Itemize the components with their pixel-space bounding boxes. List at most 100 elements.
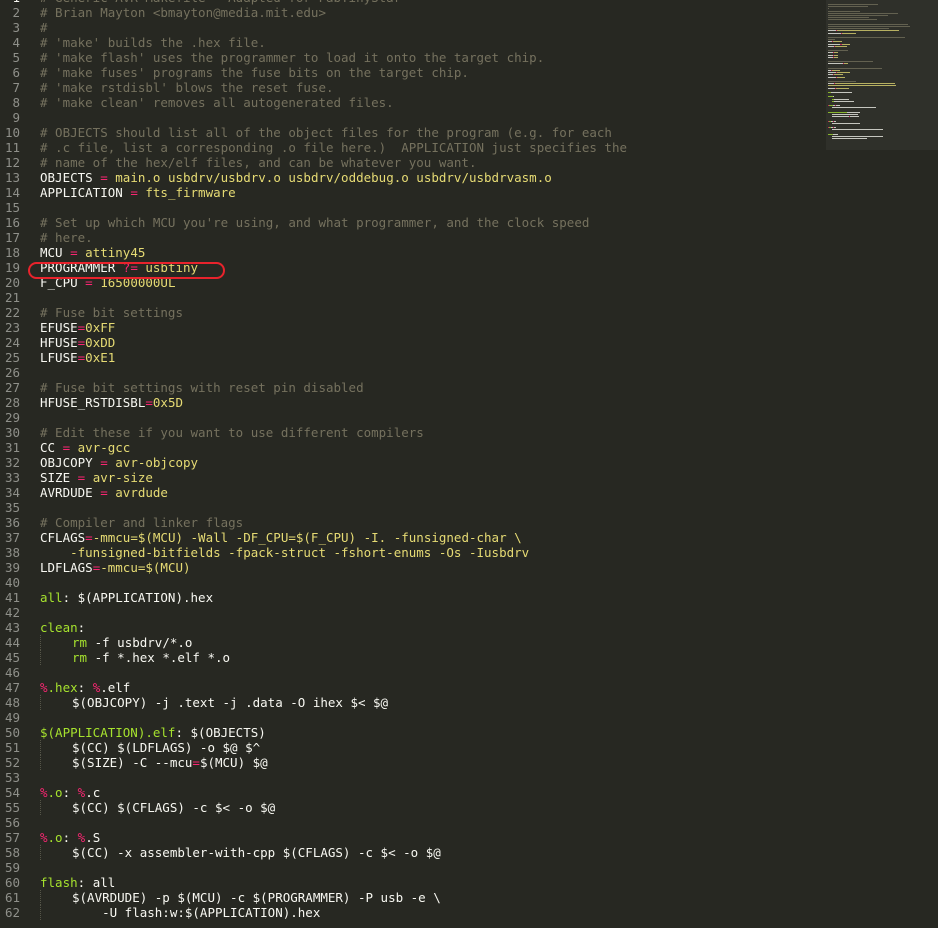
code-line[interactable]: 2 # Brian Mayton <bmayton@media.mit.edu> xyxy=(0,5,938,20)
minimap-line xyxy=(828,43,840,45)
minimap-line xyxy=(828,28,889,30)
code-token: : xyxy=(77,680,93,695)
code-line[interactable]: 51 $(CC) $(LDFLAGS) -o $@ $^ xyxy=(0,740,938,755)
code-line[interactable]: 6 # 'make fuses' programs the fuse bits o… xyxy=(0,65,938,80)
code-line[interactable]: 45 rm -f *.hex *.elf *.o xyxy=(0,650,938,665)
code-line[interactable]: 41 all: $(APPLICATION).hex xyxy=(0,590,938,605)
minimap-line xyxy=(834,98,849,100)
code-line[interactable]: 44 rm -f usbdrv/*.o xyxy=(0,635,938,650)
code-text: # here. xyxy=(40,230,93,245)
code-line[interactable]: 33 SIZE = avr-size xyxy=(0,470,938,485)
code-line[interactable]: 5 # 'make flash' uses the programmer to l… xyxy=(0,50,938,65)
code-line[interactable]: 54 %.o: %.c xyxy=(0,785,938,800)
minimap-line xyxy=(828,111,847,113)
code-line[interactable]: 61 $(AVRDUDE) -p $(MCU) -c $(PROGRAMMER) … xyxy=(0,890,938,905)
code-line[interactable]: 25 LFUSE=0xE1 xyxy=(0,350,938,365)
line-number: 29 xyxy=(4,410,20,425)
code-token: # Set up which MCU you're using, and wha… xyxy=(40,215,590,230)
code-line[interactable]: 35 xyxy=(0,500,938,515)
code-line[interactable]: 56 xyxy=(0,815,938,830)
code-line[interactable]: 36 # Compiler and linker flags xyxy=(0,515,938,530)
code-token: $(AVRDUDE) -p $(MCU) -c $(PROGRAMMER) -P… xyxy=(72,890,441,905)
code-line[interactable]: 50 $(APPLICATION).elf: $(OBJECTS) xyxy=(0,725,938,740)
minimap-line xyxy=(836,87,849,89)
minimap-line xyxy=(828,81,856,82)
code-line[interactable]: 9 xyxy=(0,110,938,125)
code-line[interactable]: 43 clean: xyxy=(0,620,938,635)
code-text: SIZE = avr-size xyxy=(40,470,153,485)
minimap-line xyxy=(828,87,835,89)
code-line[interactable]: 17 # here. xyxy=(0,230,938,245)
minimap[interactable] xyxy=(826,0,938,928)
code-line[interactable]: 22 # Fuse bit settings xyxy=(0,305,938,320)
code-line[interactable]: 12 # name of the hex/elf files, and can b… xyxy=(0,155,938,170)
code-line[interactable]: 49 xyxy=(0,710,938,725)
line-number: 62 xyxy=(4,905,20,920)
minimap-line xyxy=(828,50,848,52)
code-line[interactable]: 29 xyxy=(0,410,938,425)
code-line[interactable]: 11 # .c file, list a corresponding .o fil… xyxy=(0,140,938,155)
code-text: clean: xyxy=(40,620,85,635)
minimap-line xyxy=(828,30,836,32)
code-line[interactable]: 40 xyxy=(0,575,938,590)
code-line[interactable]: 37 CFLAGS=-mmcu=$(MCU) -Wall -DF_CPU=$(F_… xyxy=(0,530,938,545)
code-line[interactable]: 53 xyxy=(0,770,938,785)
line-number: 11 xyxy=(4,140,20,155)
code-line[interactable]: 4 # 'make' builds the .hex file. xyxy=(0,35,938,50)
line-number: 26 xyxy=(4,365,20,380)
code-line[interactable]: 42 xyxy=(0,605,938,620)
line-number: 33 xyxy=(4,470,20,485)
minimap-line xyxy=(828,15,888,16)
line-number: 6 xyxy=(12,65,20,80)
code-line[interactable]: 34 AVRDUDE = avrdude xyxy=(0,485,938,500)
code-line[interactable]: 60 flash: all xyxy=(0,875,938,890)
code-line[interactable]: 24 HFUSE=0xDD xyxy=(0,335,938,350)
code-line[interactable]: 3 # xyxy=(0,20,938,35)
line-number: 37 xyxy=(4,530,20,545)
code-line[interactable]: 47 %.hex: %.elf xyxy=(0,680,938,695)
code-token: = xyxy=(130,185,138,200)
code-line[interactable]: 62 -U flash:w:$(APPLICATION).hex xyxy=(0,905,938,920)
minimap-line xyxy=(835,45,847,47)
code-line[interactable]: 23 EFUSE=0xFF xyxy=(0,320,938,335)
line-number: 49 xyxy=(4,710,20,725)
code-line[interactable]: 59 xyxy=(0,860,938,875)
code-line[interactable]: 27 # Fuse bit settings with reset pin dis… xyxy=(0,380,938,395)
code-line[interactable]: 48 $(OBJCOPY) -j .text -j .data -O ihex $… xyxy=(0,695,938,710)
code-line[interactable]: 16 # Set up which MCU you're using, and w… xyxy=(0,215,938,230)
code-token: .o xyxy=(47,785,63,800)
code-line[interactable]: 8 # 'make clean' removes all autogenerate… xyxy=(0,95,938,110)
code-line[interactable]: 57 %.o: %.S xyxy=(0,830,938,845)
code-line[interactable]: 55 $(CC) $(CFLAGS) -c $< -o $@ xyxy=(0,800,938,815)
code-line[interactable]: 52 $(SIZE) -C --mcu=$(MCU) $@ xyxy=(0,755,938,770)
line-number: 40 xyxy=(4,575,20,590)
code-line[interactable]: 14 APPLICATION = fts_firmware xyxy=(0,185,938,200)
code-line[interactable]: 21 xyxy=(0,290,938,305)
code-text: MCU = attiny45 xyxy=(40,245,145,260)
line-number: 31 xyxy=(4,440,20,455)
code-line[interactable]: 10 # OBJECTS should list all of the objec… xyxy=(0,125,938,140)
code-line[interactable]: 46 xyxy=(0,665,938,680)
code-text: rm -f *.hex *.elf *.o xyxy=(40,650,230,665)
line-number: 50 xyxy=(4,725,20,740)
code-line[interactable]: 13 OBJECTS = main.o usbdrv/usbdrv.o usbdr… xyxy=(0,170,938,185)
code-token: : xyxy=(62,830,78,845)
code-token: # Edit these if you want to use differen… xyxy=(40,425,424,440)
code-line[interactable]: 30 # Edit these if you want to use differ… xyxy=(0,425,938,440)
code-line[interactable]: 28 HFUSE_RSTDISBL=0x5D xyxy=(0,395,938,410)
code-line[interactable]: 18 MCU = attiny45 xyxy=(0,245,938,260)
code-token: = xyxy=(145,395,153,410)
line-number: 23 xyxy=(4,320,20,335)
code-line[interactable]: 58 $(CC) -x assembler-with-cpp $(CFLAGS) … xyxy=(0,845,938,860)
code-token: 0xE1 xyxy=(85,350,116,365)
code-line[interactable]: 38 -funsigned-bitfields -fpack-struct -f… xyxy=(0,545,938,560)
code-token: # 'make clean' removes all autogenerated… xyxy=(40,95,394,110)
code-editor[interactable]: 1# Generic AVR Makefile - Adapted for Fa… xyxy=(0,0,938,920)
code-line[interactable]: 7 # 'make rstdisbl' blows the reset fuse. xyxy=(0,80,938,95)
code-line[interactable]: 26 xyxy=(0,365,938,380)
code-line[interactable]: 32 OBJCOPY = avr-objcopy xyxy=(0,455,938,470)
code-line[interactable]: 15 xyxy=(0,200,938,215)
code-line[interactable]: 31 CC = avr-gcc xyxy=(0,440,938,455)
code-line[interactable]: 39 LDFLAGS=-mmcu=$(MCU) xyxy=(0,560,938,575)
code-token: $(APPLICATION).elf xyxy=(40,725,176,740)
